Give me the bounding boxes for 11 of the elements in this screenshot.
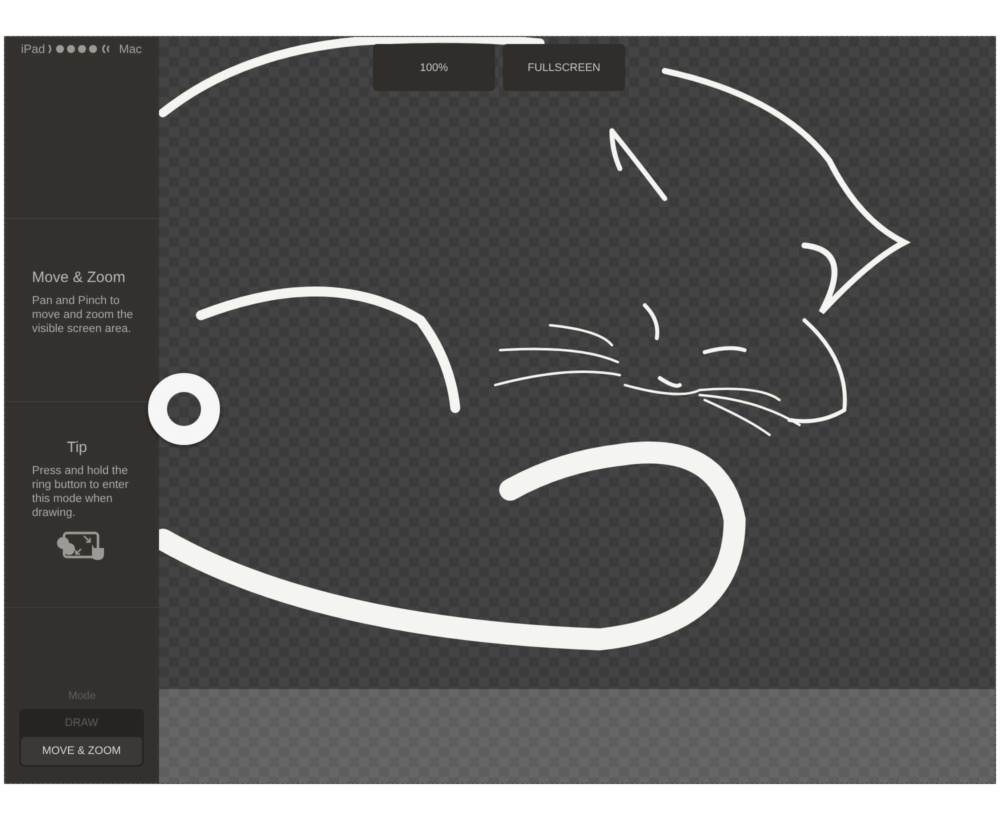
section-title: Move & Zoom — [32, 269, 126, 286]
mode-option[interactable]: MOVE & ZOOM — [21, 737, 142, 765]
device-label: Mac — [119, 42, 142, 56]
gesture-icon — [54, 530, 106, 560]
description-text: Pan and Pinch to move and zoom the visible screen area. — [32, 294, 134, 336]
section-title: Tip — [66, 439, 88, 456]
device-label: iPad — [21, 42, 46, 56]
tip-text: Press and hold the ring button to enter this mode when drawing. — [32, 464, 130, 520]
toolbar-button[interactable]: 100% — [373, 44, 495, 91]
ring-button[interactable] — [148, 373, 220, 445]
toolbar-button[interactable]: FULLSCREEN — [503, 44, 625, 91]
